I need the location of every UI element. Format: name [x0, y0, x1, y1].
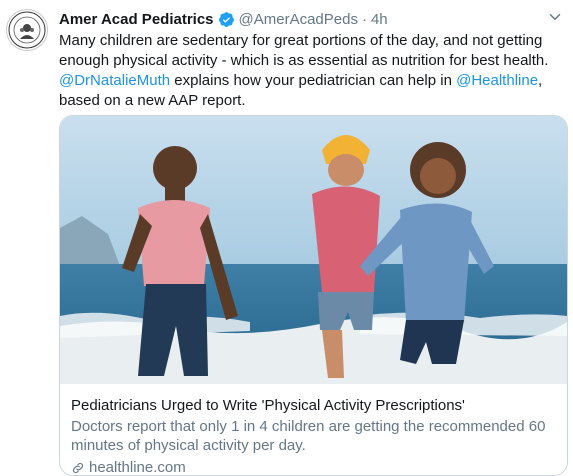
aap-seal-logo: [8, 11, 46, 49]
card-domain-text: healthline.com: [89, 459, 186, 476]
avatar[interactable]: [6, 9, 48, 51]
card-image: [60, 116, 567, 384]
card-body: Pediatricians Urged to Write 'Physical A…: [71, 396, 561, 476]
link-card[interactable]: Pediatricians Urged to Write 'Physical A…: [59, 115, 568, 476]
tweet-header: Amer Acad Pediatrics @AmerAcadPeds · 4h: [59, 9, 388, 29]
tweet-text: Many children are sedentary for great po…: [59, 31, 559, 111]
link-icon: [72, 462, 84, 473]
card-description: Doctors report that only 1 in 4 children…: [71, 418, 546, 454]
card-domain: healthline.com: [71, 458, 561, 476]
verified-badge-icon: [218, 11, 234, 27]
chevron-down-icon[interactable]: [546, 8, 564, 26]
author-handle[interactable]: @AmerAcadPeds: [239, 11, 358, 28]
card-title: Pediatricians Urged to Write 'Physical A…: [71, 397, 465, 414]
timestamp[interactable]: 4h: [371, 11, 388, 28]
mention-link-drnataliemuth[interactable]: @DrNatalieMuth: [59, 72, 170, 89]
tweet-text-part1: Many children are sedentary for great po…: [59, 32, 549, 69]
tweet-text-part2: explains how your pediatrician can help …: [170, 72, 457, 89]
author-name[interactable]: Amer Acad Pediatrics: [59, 11, 214, 28]
separator-dot: ·: [361, 10, 367, 28]
tweet[interactable]: Amer Acad Pediatrics @AmerAcadPeds · 4h …: [0, 0, 573, 476]
mention-link-healthline[interactable]: @Healthline: [456, 72, 538, 89]
